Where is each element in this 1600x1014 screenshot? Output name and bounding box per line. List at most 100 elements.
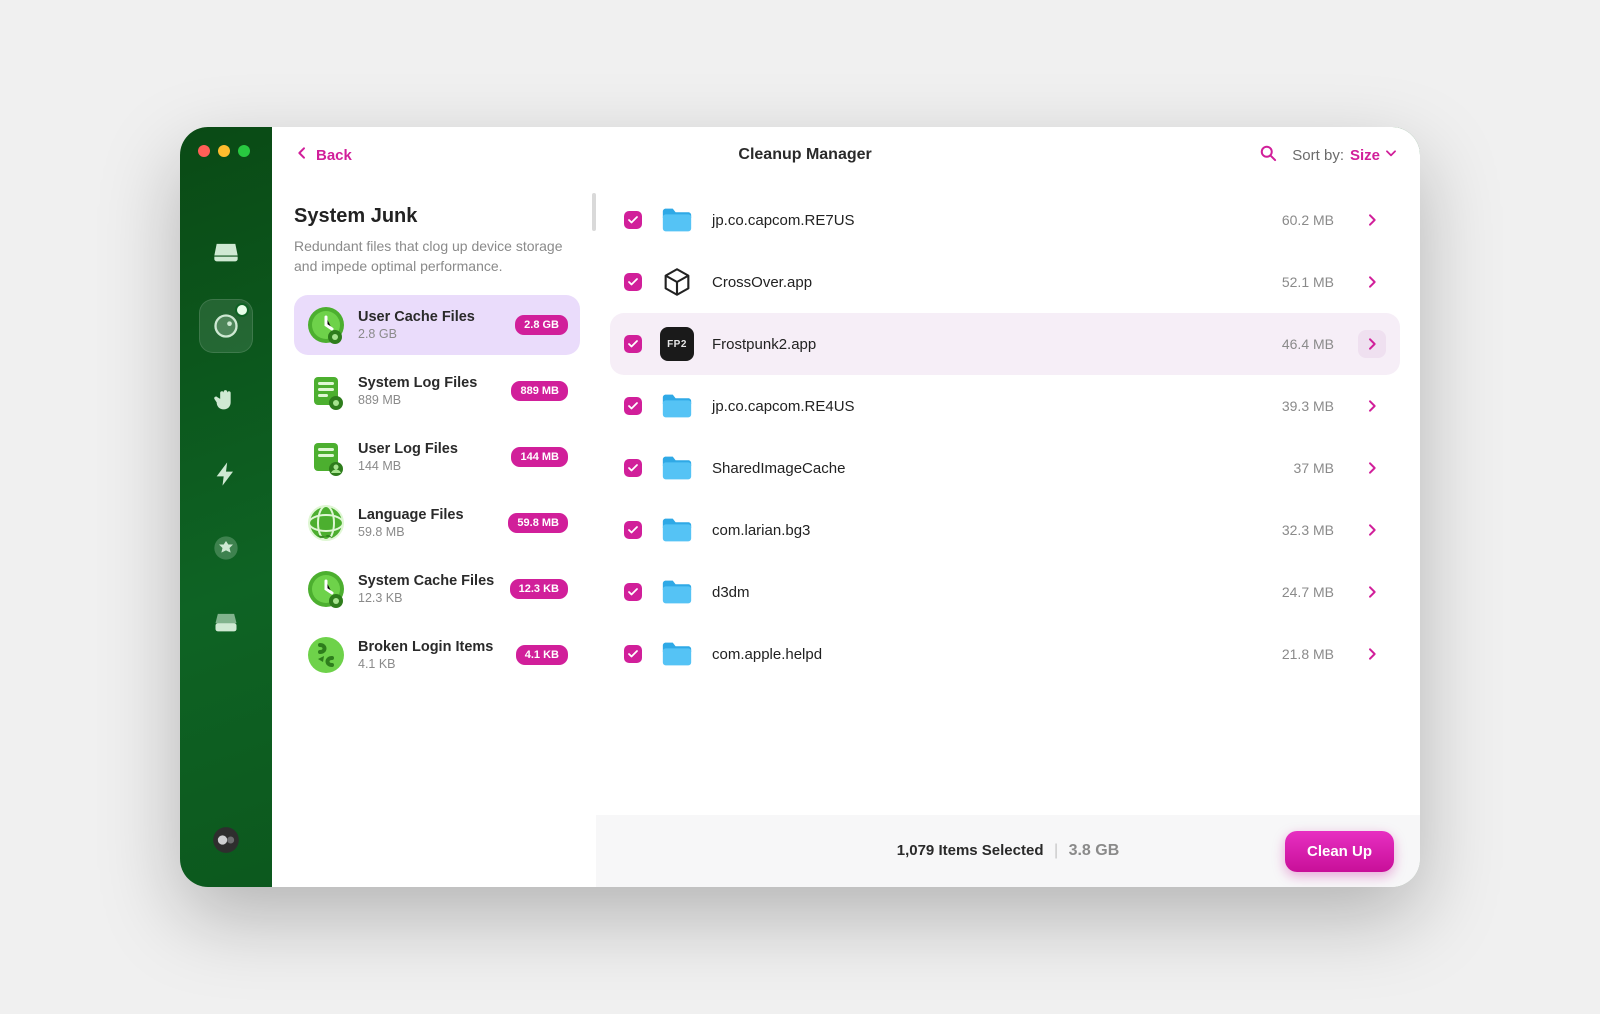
rail-item-files[interactable] [199, 595, 253, 649]
file-row[interactable]: SharedImageCache 37 MB [610, 437, 1400, 499]
category-item[interactable]: User Cache Files 2.8 GB 2.8 GB [294, 295, 580, 355]
file-row[interactable]: com.larian.bg3 32.3 MB [610, 499, 1400, 561]
selected-count: 1,079 Items Selected [897, 842, 1044, 859]
category-item[interactable]: Broken Login Items 4.1 KB 4.1 KB [294, 625, 580, 685]
file-checkbox[interactable] [624, 645, 642, 663]
back-button[interactable]: Back [294, 145, 352, 165]
file-icon [660, 575, 694, 609]
category-item[interactable]: User Log Files 144 MB 144 MB [294, 427, 580, 487]
close-window-button[interactable] [198, 145, 210, 157]
file-disclosure-button[interactable] [1358, 330, 1386, 358]
category-item[interactable]: System Cache Files 12.3 KB 12.3 KB [294, 559, 580, 619]
file-checkbox[interactable] [624, 583, 642, 601]
file-name: jp.co.capcom.RE7US [712, 212, 1264, 229]
file-disclosure-button[interactable] [1358, 268, 1386, 296]
chevron-right-icon [1364, 646, 1380, 662]
file-name: com.larian.bg3 [712, 522, 1264, 539]
file-size: 24.7 MB [1282, 584, 1334, 600]
category-icon [306, 503, 346, 543]
file-disclosure-button[interactable] [1358, 640, 1386, 668]
file-list[interactable]: jp.co.capcom.RE7US 60.2 MB CrossOver.app… [596, 183, 1420, 815]
category-icon [306, 569, 346, 609]
check-icon [627, 586, 639, 598]
rail-item-account[interactable] [199, 813, 253, 867]
category-badge: 2.8 GB [515, 315, 568, 335]
search-button[interactable] [1258, 143, 1278, 168]
file-disclosure-button[interactable] [1358, 578, 1386, 606]
file-size: 39.3 MB [1282, 398, 1334, 414]
minimize-window-button[interactable] [218, 145, 230, 157]
file-name: CrossOver.app [712, 274, 1264, 291]
file-row[interactable]: jp.co.capcom.RE4US 39.3 MB [610, 375, 1400, 437]
chevron-right-icon [1364, 398, 1380, 414]
category-item[interactable]: Language Files 59.8 MB 59.8 MB [294, 493, 580, 553]
file-icon [660, 637, 694, 671]
page-title: Cleanup Manager [366, 146, 1244, 164]
file-row[interactable]: com.apple.helpd 21.8 MB [610, 623, 1400, 685]
category-badge: 889 MB [511, 381, 568, 401]
check-icon [627, 462, 639, 474]
category-size: 889 MB [358, 393, 499, 407]
category-title: Broken Login Items [358, 639, 504, 655]
category-size: 144 MB [358, 459, 499, 473]
file-row[interactable]: FP2 Frostpunk2.app 46.4 MB [610, 313, 1400, 375]
category-item[interactable]: System Log Files 889 MB 889 MB [294, 361, 580, 421]
app-window: Back Cleanup Manager Sort by: Size Syste… [180, 127, 1420, 887]
category-icon [306, 437, 346, 477]
file-name: SharedImageCache [712, 460, 1276, 477]
file-checkbox[interactable] [624, 273, 642, 291]
category-size: 59.8 MB [358, 525, 496, 539]
rail-item-speed[interactable] [199, 447, 253, 501]
file-disclosure-button[interactable] [1358, 392, 1386, 420]
chevron-right-icon [1364, 584, 1380, 600]
chevron-right-icon [1364, 274, 1380, 290]
zoom-window-button[interactable] [238, 145, 250, 157]
rail-item-cleanup[interactable] [199, 299, 253, 353]
file-checkbox[interactable] [624, 459, 642, 477]
file-checkbox[interactable] [624, 211, 642, 229]
file-name: com.apple.helpd [712, 646, 1264, 663]
sort-value-button[interactable]: Size [1350, 146, 1398, 164]
file-row[interactable]: CrossOver.app 52.1 MB [610, 251, 1400, 313]
category-icon [306, 635, 346, 675]
chevron-right-icon [1364, 212, 1380, 228]
file-disclosure-button[interactable] [1358, 454, 1386, 482]
file-size: 46.4 MB [1282, 336, 1334, 352]
category-size: 4.1 KB [358, 657, 504, 671]
sort-control: Sort by: Size [1292, 146, 1398, 164]
file-row[interactable]: jp.co.capcom.RE7US 60.2 MB [610, 189, 1400, 251]
file-row[interactable]: d3dm 24.7 MB [610, 561, 1400, 623]
section-title: System Junk [294, 205, 580, 228]
rail-item-privacy[interactable] [199, 373, 253, 427]
sort-label: Sort by: [1292, 147, 1344, 164]
file-icon [660, 389, 694, 423]
footer: 1,079 Items Selected | 3.8 GB Clean Up [596, 815, 1420, 887]
window-controls [180, 141, 250, 157]
file-icon [660, 265, 694, 299]
category-title: User Log Files [358, 441, 499, 457]
category-badge: 4.1 KB [516, 645, 568, 665]
category-size: 12.3 KB [358, 591, 498, 605]
rail-item-dashboard[interactable] [199, 225, 253, 279]
main-panel: Back Cleanup Manager Sort by: Size Syste… [272, 127, 1420, 887]
back-label: Back [316, 147, 352, 164]
file-disclosure-button[interactable] [1358, 206, 1386, 234]
cleanup-button[interactable]: Clean Up [1285, 831, 1394, 872]
file-size: 37 MB [1294, 460, 1334, 476]
file-checkbox[interactable] [624, 335, 642, 353]
check-icon [627, 648, 639, 660]
file-size: 21.8 MB [1282, 646, 1334, 662]
file-checkbox[interactable] [624, 521, 642, 539]
check-icon [627, 276, 639, 288]
rail-item-apps[interactable] [199, 521, 253, 575]
file-disclosure-button[interactable] [1358, 516, 1386, 544]
app-icon-fp2: FP2 [660, 327, 694, 361]
file-icon [660, 203, 694, 237]
category-title: System Log Files [358, 375, 499, 391]
section-description: Redundant files that clog up device stor… [294, 236, 580, 277]
file-checkbox[interactable] [624, 397, 642, 415]
file-panel: jp.co.capcom.RE7US 60.2 MB CrossOver.app… [596, 183, 1420, 887]
category-icon [306, 371, 346, 411]
check-icon [627, 214, 639, 226]
file-icon [660, 451, 694, 485]
